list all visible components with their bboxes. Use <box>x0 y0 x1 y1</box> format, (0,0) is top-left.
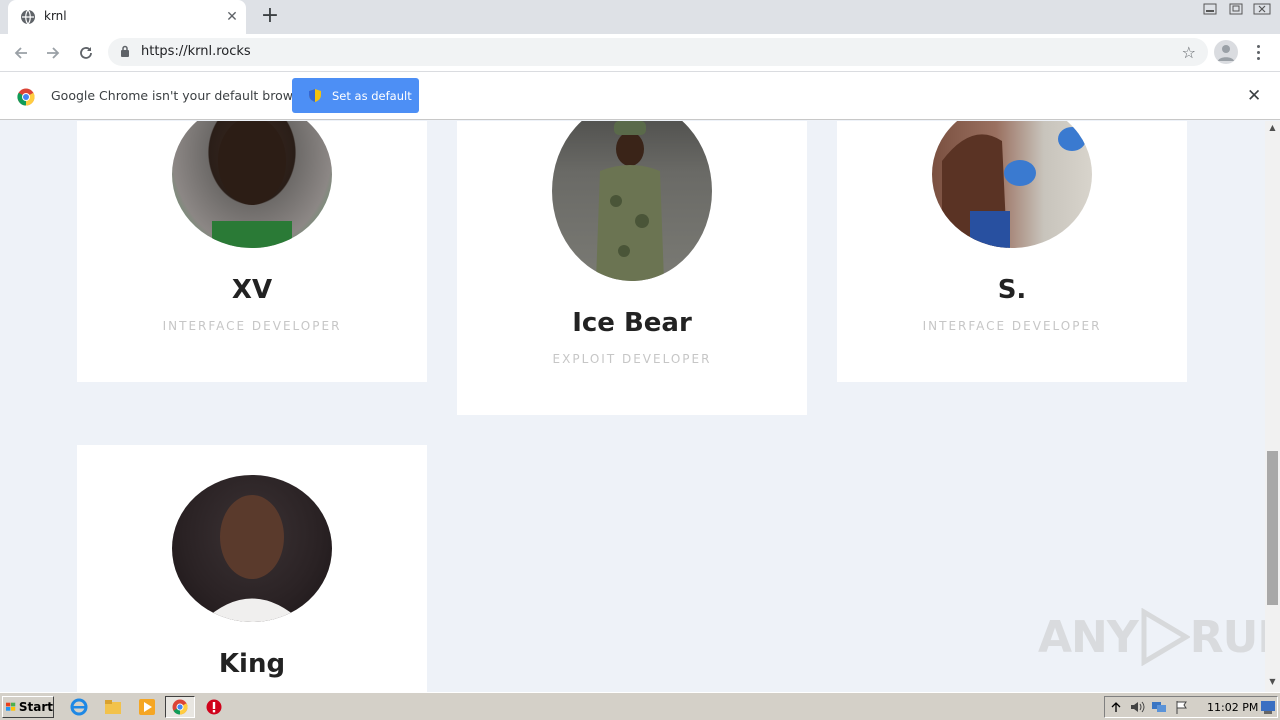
member-role: INTERFACE DEVELOPER <box>162 319 342 333</box>
member-name: XV <box>231 275 273 305</box>
minimize-button[interactable] <box>1198 0 1222 18</box>
avatar <box>172 475 332 622</box>
watermark-right: RUN <box>1189 611 1265 663</box>
avatar <box>932 121 1092 248</box>
show-desktop-icon[interactable] <box>1261 701 1275 714</box>
avatar <box>172 121 332 248</box>
windows-logo-icon <box>6 702 16 711</box>
set-as-default-label: Set as default <box>332 88 412 103</box>
restore-icon <box>1229 3 1243 15</box>
default-browser-infobar: Google Chrome isn't your default browser… <box>0 71 1280 120</box>
avatar <box>552 121 712 281</box>
person-icon <box>1218 45 1234 61</box>
flag-icon[interactable] <box>1175 700 1189 714</box>
page-content: XV INTERFACE DEVELOPER Ice Bear EXPLOIT … <box>0 121 1265 692</box>
member-name: Ice Bear <box>572 308 692 338</box>
profile-avatar[interactable] <box>1214 40 1238 64</box>
start-button[interactable]: Start <box>2 696 54 718</box>
person-photo-icon <box>596 121 664 281</box>
tray-expand-icon[interactable] <box>1111 701 1121 713</box>
chrome-logo-icon <box>17 88 35 106</box>
address-bar[interactable]: https://krnl.rocks ☆ <box>108 38 1208 66</box>
system-tray: 11:02 PM <box>1104 696 1278 718</box>
forward-button[interactable] <box>40 40 66 66</box>
close-window-button[interactable] <box>1250 0 1274 18</box>
play-icon <box>1141 608 1190 666</box>
scroll-down-icon[interactable]: ▼ <box>1265 677 1280 689</box>
set-as-default-button[interactable]: Set as default <box>292 78 419 113</box>
watermark-left: ANY <box>1038 611 1139 663</box>
infobar-message: Google Chrome isn't your default browser <box>51 88 313 103</box>
team-card: S. INTERFACE DEVELOPER <box>837 121 1187 382</box>
taskbar-chrome-button[interactable] <box>165 696 195 718</box>
team-card: XV INTERFACE DEVELOPER <box>77 121 427 382</box>
arrow-left-icon <box>14 47 27 59</box>
team-card: Ice Bear EXPLOIT DEVELOPER <box>457 121 807 415</box>
bookmark-star-icon[interactable]: ☆ <box>1182 43 1196 62</box>
window-controls <box>1198 0 1274 20</box>
chrome-menu-button[interactable] <box>1248 40 1268 64</box>
volume-icon[interactable] <box>1129 700 1145 714</box>
person-photo-icon <box>212 121 292 248</box>
windows-taskbar: Start 11:02 PM <box>0 692 1280 720</box>
page-scrollbar[interactable]: ▲ ▼ <box>1265 121 1280 692</box>
start-label: Start <box>18 700 53 714</box>
url-text: https://krnl.rocks <box>141 44 251 59</box>
tab-strip: krnl ✕ + <box>0 0 1280 34</box>
scroll-up-icon[interactable]: ▲ <box>1265 123 1280 135</box>
minimize-icon <box>1203 3 1217 15</box>
chrome-icon <box>172 699 188 715</box>
lock-icon <box>121 45 129 57</box>
clock: 11:02 PM <box>1207 701 1259 714</box>
internet-explorer-icon[interactable] <box>70 698 88 716</box>
browser-toolbar: https://krnl.rocks ☆ <box>0 34 1280 71</box>
reload-icon <box>80 47 92 59</box>
member-name: S. <box>997 275 1027 305</box>
browser-tab[interactable]: krnl ✕ <box>8 0 246 34</box>
media-player-icon[interactable] <box>138 698 156 716</box>
scrollbar-thumb[interactable] <box>1267 451 1278 605</box>
tab-title: krnl <box>44 9 67 23</box>
infobar-close-icon[interactable]: ✕ <box>1247 86 1261 106</box>
reload-button[interactable] <box>73 40 99 66</box>
back-button[interactable] <box>8 40 34 66</box>
arrow-right-icon <box>47 47 60 59</box>
network-icon[interactable] <box>1151 700 1167 714</box>
person-photo-icon <box>942 127 1086 248</box>
antivirus-icon[interactable] <box>205 698 223 716</box>
member-name: King <box>218 649 286 679</box>
tab-close-icon[interactable]: ✕ <box>224 9 240 25</box>
anyrun-watermark: ANY RUN <box>1038 608 1265 666</box>
restore-button[interactable] <box>1224 0 1248 18</box>
file-explorer-icon[interactable] <box>104 698 122 716</box>
person-photo-icon <box>202 495 302 622</box>
new-tab-button[interactable]: + <box>258 5 282 29</box>
close-icon <box>1253 3 1271 15</box>
member-role: EXPLOIT DEVELOPER <box>552 352 712 366</box>
shield-icon <box>309 89 321 102</box>
globe-icon <box>21 9 35 25</box>
member-role: INTERFACE DEVELOPER <box>922 319 1102 333</box>
team-card: King <box>77 445 427 692</box>
